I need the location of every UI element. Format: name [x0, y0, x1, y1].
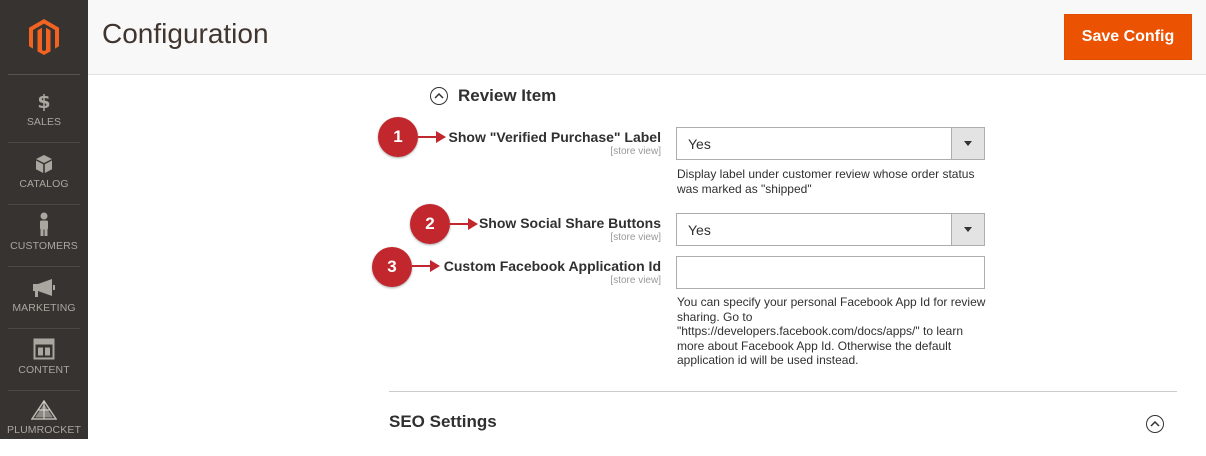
field-label-facebook-app-id: Custom Facebook Application Id — [443, 258, 661, 274]
sidebar-item-catalog[interactable]: CATALOG — [0, 148, 88, 210]
nav-divider — [8, 204, 80, 205]
scope-label: [store view] — [610, 146, 661, 157]
step-badge-2: 2 — [410, 204, 450, 244]
sidebar-item-sales[interactable]: $ SALES — [0, 86, 88, 148]
verified-purchase-select[interactable]: Yes — [676, 127, 985, 160]
collapse-icon[interactable] — [1146, 415, 1164, 433]
page-header: Configuration Save Config — [88, 0, 1206, 75]
person-icon — [37, 210, 51, 236]
step-badge-1: 1 — [378, 117, 418, 157]
field-note: Display label under customer review whos… — [677, 167, 975, 196]
scope-label: [store view] — [610, 232, 661, 243]
arrow-head-icon — [430, 260, 440, 272]
save-config-button[interactable]: Save Config — [1064, 14, 1192, 60]
magento-logo-icon — [29, 19, 59, 55]
sidebar-item-customers[interactable]: CUSTOMERS — [0, 210, 88, 272]
layout-icon — [33, 334, 55, 360]
sidebar-item-label: SALES — [26, 116, 62, 128]
sidebar-item-content[interactable]: CONTENT — [0, 334, 88, 396]
field-label-verified-purchase: Show "Verified Purchase" Label — [448, 129, 661, 145]
field-label-social-share: Show Social Share Buttons — [478, 215, 661, 231]
page-title: Configuration — [102, 18, 269, 49]
arrow-line — [412, 265, 432, 267]
sidebar-item-label: CONTENT — [18, 364, 70, 376]
dropdown-arrow-icon[interactable] — [951, 214, 984, 245]
step-badge-3: 3 — [372, 247, 412, 287]
pyramid-icon — [31, 394, 57, 420]
svg-text:$: $ — [37, 91, 50, 112]
nav-divider — [8, 328, 80, 329]
select-value: Yes — [688, 222, 711, 238]
facebook-app-id-input[interactable] — [676, 256, 985, 289]
dropdown-arrow-icon[interactable] — [951, 128, 984, 159]
collapse-icon — [430, 87, 448, 105]
section-header-review-item[interactable]: Review Item — [430, 86, 556, 106]
social-share-select[interactable]: Yes — [676, 213, 985, 246]
megaphone-icon — [32, 272, 56, 298]
sidebar-item-label: PLUMROCKET — [7, 424, 81, 436]
magento-logo[interactable] — [0, 0, 88, 74]
sidebar-item-marketing[interactable]: MARKETING — [0, 272, 88, 334]
field-note: You can specify your personal Facebook A… — [677, 295, 986, 367]
logo-divider — [8, 74, 80, 75]
box-icon — [35, 148, 53, 174]
sidebar-item-label: MARKETING — [12, 302, 76, 314]
sidebar-item-plumrocket[interactable]: PLUMROCKET — [0, 394, 88, 456]
arrow-line — [418, 136, 438, 138]
sidebar-item-label: CUSTOMERS — [10, 240, 78, 252]
arrow-line — [450, 223, 470, 225]
nav-divider — [8, 266, 80, 267]
scope-label: [store view] — [610, 275, 661, 286]
section-title-seo-settings[interactable]: SEO Settings — [389, 412, 497, 432]
admin-sidebar: $ SALES CATALOG CUSTOMERS MARKETING CONT… — [0, 0, 88, 439]
dollar-icon: $ — [37, 86, 51, 112]
section-divider — [389, 391, 1177, 392]
arrow-head-icon — [436, 131, 446, 143]
section-title: Review Item — [458, 86, 557, 105]
nav-divider — [8, 390, 80, 391]
arrow-head-icon — [468, 218, 478, 230]
select-value: Yes — [688, 136, 711, 152]
nav-divider — [8, 142, 80, 143]
sidebar-item-label: CATALOG — [19, 178, 69, 190]
